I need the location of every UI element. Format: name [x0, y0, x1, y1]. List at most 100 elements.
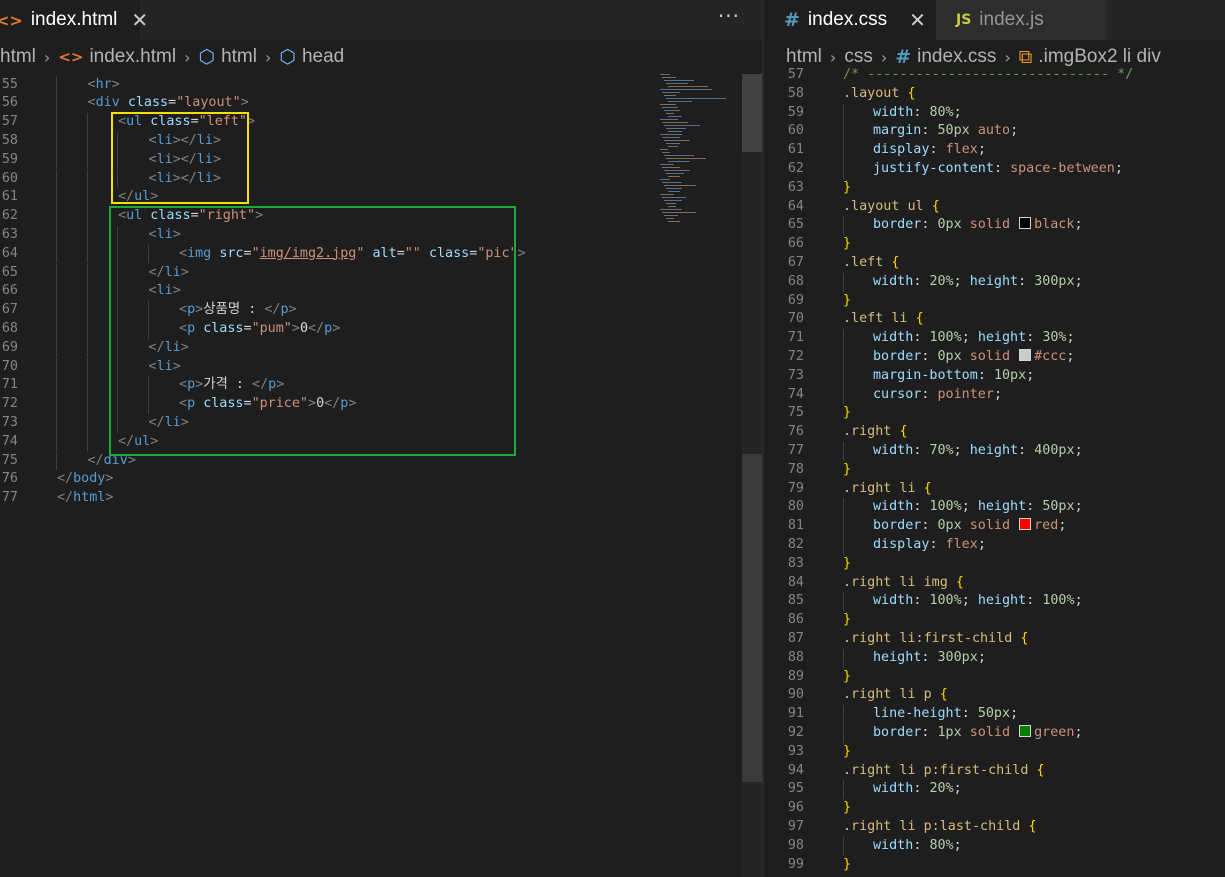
indent-guide — [843, 385, 844, 405]
code-line[interactable]: 96} — [764, 799, 1225, 818]
code-line[interactable]: 70 .left li { — [764, 310, 1225, 329]
code-line[interactable]: 81 border: 0px solid red; — [764, 517, 1225, 536]
scrollbar-thumb[interactable] — [742, 74, 762, 152]
css-code-area[interactable]: 57 /* ------------------------------ */ 58… — [764, 67, 1225, 877]
code-line[interactable]: 94 .right li p:first-child { — [764, 762, 1225, 781]
code-line[interactable]: 68 width: 20%; height: 300px; — [764, 272, 1225, 292]
color-swatch[interactable] — [1019, 518, 1032, 531]
code-token: } — [843, 800, 852, 816]
code-line[interactable]: 76 .right { — [764, 423, 1225, 442]
breadcrumb-item-html-folder[interactable]: html — [786, 46, 822, 68]
code-line[interactable]: 83} — [764, 555, 1225, 574]
code-line[interactable]: 79 .right li { — [764, 480, 1225, 499]
code-line[interactable]: 93} — [764, 743, 1225, 762]
code-line[interactable]: 78} — [764, 461, 1225, 480]
close-icon[interactable]: ✕ — [131, 8, 148, 32]
code-token: .right — [843, 424, 892, 440]
js-file-icon: JS — [956, 12, 972, 28]
code-text: .right li:first-child { — [843, 630, 1028, 649]
code-line[interactable]: 89} — [764, 668, 1225, 687]
code-line[interactable]: 91 line-height: 50px; — [764, 705, 1225, 724]
code-line[interactable]: 57 /* ------------------------------ */ — [764, 66, 1225, 85]
code-line[interactable]: 74 cursor: pointer; — [764, 385, 1225, 405]
code-line[interactable]: 69} — [764, 292, 1225, 311]
tab-index-html[interactable]: <> index.html ✕ — [0, 0, 148, 40]
code-line[interactable]: 67 .left { — [764, 254, 1225, 273]
code-line[interactable]: 56 <div class="layout"> — [0, 94, 762, 114]
minimap-line — [664, 95, 676, 96]
line-number: 64 — [787, 198, 804, 214]
code-line[interactable]: 63} — [764, 179, 1225, 198]
html-file-icon: <> — [58, 48, 84, 66]
vertical-scrollbar[interactable] — [742, 74, 762, 877]
code-token: 50px — [1042, 499, 1075, 515]
code-line[interactable]: 99} — [764, 856, 1225, 875]
code-line[interactable]: 86} — [764, 611, 1225, 630]
code-text: line-height: 50px; — [873, 705, 1018, 724]
css-editor-pane[interactable]: # index.css ✕ JS index.js html › css › #… — [764, 0, 1225, 877]
code-line[interactable]: 71 width: 100%; height: 30%; — [764, 329, 1225, 348]
code-token: : — [1026, 330, 1043, 346]
code-line[interactable]: 88 height: 300px; — [764, 648, 1225, 668]
breadcrumb-item-index-html[interactable]: index.html — [89, 46, 176, 68]
code-line[interactable]: 76 </body> — [0, 470, 762, 489]
code-token: .left li — [843, 311, 908, 327]
code-line[interactable]: 85 width: 100%; height: 100%; — [764, 592, 1225, 612]
code-token: .right li p:last-child — [843, 819, 1021, 834]
code-line[interactable]: 59 width: 80%; — [764, 103, 1225, 123]
tab-index-css[interactable]: # index.css ✕ — [764, 0, 936, 40]
code-line[interactable]: 72 border: 0px solid #ccc; — [764, 348, 1225, 367]
line-number: 64 — [1, 245, 18, 261]
color-swatch[interactable] — [1019, 217, 1032, 230]
scrollbar-thumb[interactable] — [742, 454, 762, 782]
breadcrumb-item-css-folder[interactable]: css — [844, 46, 873, 68]
line-number: 73 — [1, 414, 18, 430]
minimap-line — [668, 116, 682, 117]
breadcrumb-item-head-element[interactable]: head — [302, 46, 344, 68]
tab-index-js[interactable]: JS index.js — [936, 0, 1106, 40]
close-icon[interactable]: ✕ — [909, 8, 926, 32]
code-line[interactable]: 55 <hr> — [0, 75, 762, 95]
indent-guide — [86, 301, 88, 320]
color-swatch[interactable] — [1019, 725, 1032, 737]
html-editor-pane[interactable]: <> index.html ✕ ··· html › <> index.html… — [0, 0, 762, 877]
code-line[interactable]: 90 .right li p { — [764, 686, 1225, 705]
code-token: justify-content — [873, 161, 994, 176]
code-line[interactable]: 77 width: 70%; height: 400px; — [764, 442, 1225, 461]
code-line[interactable]: 66} — [764, 235, 1225, 254]
code-text: } — [843, 235, 851, 254]
code-line[interactable]: 64 .layout ul { — [764, 198, 1225, 217]
line-number: 82 — [787, 537, 804, 552]
code-line[interactable]: 97 .right li p:last-child { — [764, 818, 1225, 837]
indent-guide — [56, 188, 57, 208]
indent-guide — [86, 169, 88, 189]
line-number: 60 — [1, 170, 18, 186]
code-line[interactable]: 65 border: 0px solid black; — [764, 216, 1225, 236]
code-line[interactable]: 58 .layout { — [764, 85, 1225, 104]
code-line[interactable]: 82 display: flex; — [764, 536, 1225, 555]
line-number: 77 — [1, 490, 18, 506]
code-token: } — [843, 236, 852, 252]
breadcrumb-item-index-css[interactable]: index.css — [917, 46, 996, 68]
code-line[interactable]: 87 .right li:first-child { — [764, 630, 1225, 649]
color-swatch[interactable] — [1019, 349, 1032, 361]
code-line[interactable]: 60 margin: 50px auto; — [764, 122, 1225, 142]
code-line[interactable]: 98 width: 80%; — [764, 836, 1225, 856]
indent-guide — [56, 319, 57, 339]
code-line[interactable]: 84 .right li img { — [764, 574, 1225, 593]
code-token: ; — [961, 499, 978, 515]
code-line[interactable]: 95 width: 20%; — [764, 780, 1225, 800]
more-actions-icon[interactable]: ··· — [718, 4, 740, 28]
code-line[interactable]: 73 margin-bottom: 10px; — [764, 366, 1225, 386]
minimap[interactable] — [660, 74, 742, 229]
code-line[interactable]: 75} — [764, 404, 1225, 423]
code-line[interactable]: 80 width: 100%; height: 50px; — [764, 498, 1225, 518]
code-line[interactable]: 61 display: flex; — [764, 141, 1225, 160]
breadcrumb-item-html-folder[interactable]: html — [0, 46, 36, 68]
code-token: } — [843, 743, 852, 759]
breadcrumb-item-html-element[interactable]: html — [221, 46, 257, 68]
code-line[interactable]: 92 border: 1px solid green; — [764, 724, 1225, 743]
code-line[interactable]: 77 </html> — [0, 489, 762, 508]
breadcrumb-item-selector[interactable]: .imgBox2 li div — [1038, 46, 1161, 68]
code-line[interactable]: 62 justify-content: space-between; — [764, 160, 1225, 179]
